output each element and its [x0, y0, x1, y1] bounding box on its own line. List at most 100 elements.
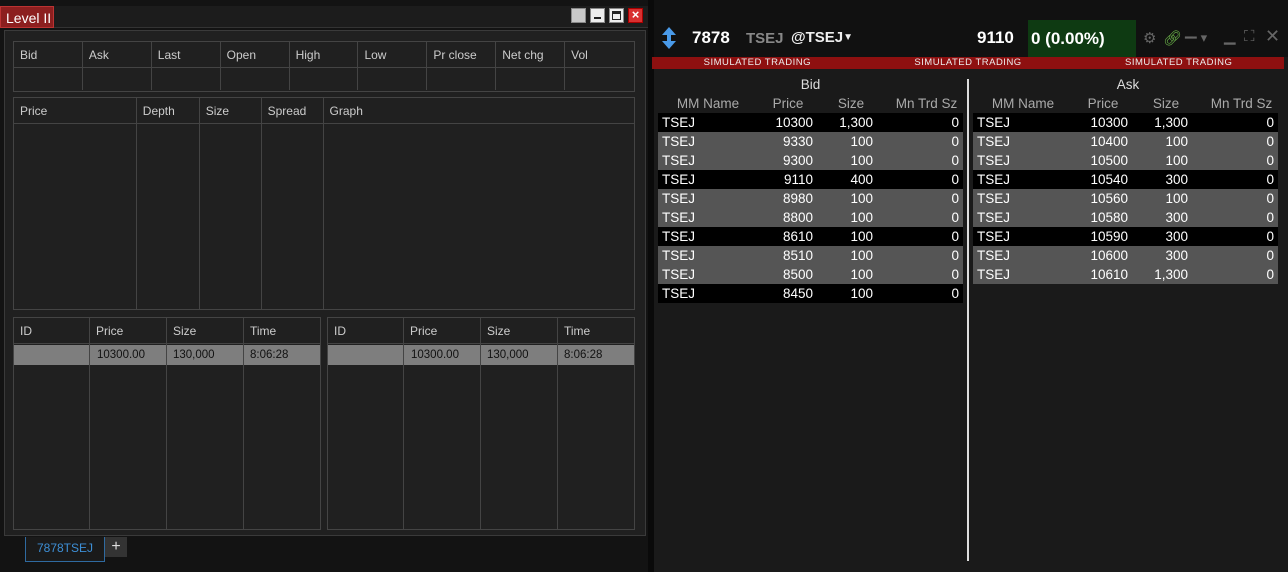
- book-row[interactable]: TSEJ 10610 1,300 0: [973, 265, 1278, 284]
- quote-cell: [14, 68, 83, 90]
- column-header-size[interactable]: Size: [1133, 96, 1199, 112]
- book-row[interactable]: TSEJ 8500 100 0: [658, 265, 963, 284]
- column-header-price[interactable]: Price: [90, 318, 167, 343]
- column-divider: [323, 124, 324, 309]
- window-options-button[interactable]: [571, 8, 586, 23]
- book-cell-mm: TSEJ: [977, 210, 1011, 225]
- book-row[interactable]: TSEJ 9330 100 0: [658, 132, 963, 151]
- expand-icon[interactable]: ⛶: [1244, 28, 1255, 45]
- column-header-price[interactable]: Price: [14, 98, 137, 123]
- sim-label: SIMULATED TRADING: [914, 57, 1022, 68]
- up-down-arrow-icon[interactable]: [662, 27, 676, 49]
- symbol: 7878: [692, 28, 730, 47]
- column-header-size[interactable]: Size: [167, 318, 244, 343]
- column-header-id[interactable]: ID: [14, 318, 90, 343]
- sim-label: SIMULATED TRADING: [703, 57, 812, 68]
- book-row[interactable]: TSEJ 10540 300 0: [973, 170, 1278, 189]
- column-header-mn-trd-sz[interactable]: Mn Trd Sz: [1199, 96, 1284, 112]
- column-header-open[interactable]: Open: [221, 42, 290, 67]
- route-selector[interactable]: @TSEJ▼: [791, 29, 853, 46]
- book-cell-size: 100: [1165, 191, 1188, 206]
- column-header-net-chg[interactable]: Net chg: [496, 42, 566, 67]
- book-cell-mm: TSEJ: [977, 153, 1011, 168]
- book-row[interactable]: TSEJ 10300 1,300 0: [658, 113, 963, 132]
- column-header-bid[interactable]: Bid: [14, 42, 83, 67]
- book-cell-mn: 0: [1266, 210, 1274, 225]
- column-header-size[interactable]: Size: [818, 96, 884, 112]
- book-row[interactable]: TSEJ 9110 400 0: [658, 170, 963, 189]
- book-cell-size: 100: [850, 229, 873, 244]
- column-header-ask[interactable]: Ask: [83, 42, 152, 67]
- column-header-time[interactable]: Time: [558, 318, 634, 343]
- table-row[interactable]: 10300.00 130,000 8:06:28: [328, 345, 634, 365]
- ask-column-headers: MM Name Price Size Mn Trd Sz: [973, 96, 1284, 112]
- close-icon[interactable]: ✕: [1265, 26, 1280, 47]
- column-header-mn-trd-sz[interactable]: Mn Trd Sz: [884, 96, 969, 112]
- column-header-size[interactable]: Size: [481, 318, 558, 343]
- book-cell-price: 8500: [782, 267, 813, 282]
- ts-id: [328, 345, 404, 365]
- book-cell-price: 8610: [782, 229, 813, 244]
- book-row[interactable]: TSEJ 8510 100 0: [658, 246, 963, 265]
- column-header-pr-close[interactable]: Pr close: [427, 42, 497, 67]
- book-cell-mm: TSEJ: [977, 267, 1011, 282]
- book-row[interactable]: TSEJ 10300 1,300 0: [973, 113, 1278, 132]
- book-row[interactable]: TSEJ 10590 300 0: [973, 227, 1278, 246]
- minimize-button[interactable]: [590, 8, 605, 23]
- book-cell-mm: TSEJ: [662, 248, 696, 263]
- book-row[interactable]: TSEJ 8800 100 0: [658, 208, 963, 227]
- tab-7878tsej[interactable]: 7878TSEJ: [25, 537, 105, 562]
- book-row[interactable]: TSEJ 8610 100 0: [658, 227, 963, 246]
- book-cell-mn: 0: [1266, 172, 1274, 187]
- column-header-price[interactable]: Price: [1073, 96, 1133, 112]
- column-header-mm-name[interactable]: MM Name: [658, 96, 758, 112]
- column-header-time[interactable]: Time: [244, 318, 320, 343]
- book-row[interactable]: TSEJ 9300 100 0: [658, 151, 963, 170]
- book-cell-mn: 0: [951, 153, 959, 168]
- maximize-button[interactable]: [609, 8, 624, 23]
- ts-time: 8:06:28: [564, 349, 603, 361]
- book-row[interactable]: TSEJ 10560 100 0: [973, 189, 1278, 208]
- book-cell-mn: 0: [1266, 191, 1274, 206]
- book-cell-mm: TSEJ: [662, 115, 696, 130]
- link-icon[interactable]: 🔗︎: [1163, 29, 1182, 47]
- level2-titlebar[interactable]: [54, 6, 648, 28]
- sim-label: SIMULATED TRADING: [1124, 57, 1233, 68]
- gear-icon[interactable]: ⚙: [1143, 29, 1156, 47]
- book-row[interactable]: TSEJ 10580 300 0: [973, 208, 1278, 227]
- column-header-id[interactable]: ID: [328, 318, 404, 343]
- column-header-spread[interactable]: Spread: [262, 98, 324, 123]
- column-header-price[interactable]: Price: [404, 318, 481, 343]
- column-header-price[interactable]: Price: [758, 96, 818, 112]
- book-row[interactable]: TSEJ 10400 100 0: [973, 132, 1278, 151]
- book-cell-price: 10560: [1090, 191, 1128, 206]
- column-header-depth[interactable]: Depth: [137, 98, 200, 123]
- book-header: 7878 TSEJ @TSEJ▼ 9110 0 (0.00%) ⚙ 🔗︎ ━╸▾…: [654, 18, 1288, 57]
- book-cell-mn: 0: [951, 134, 959, 149]
- column-header-mm-name[interactable]: MM Name: [973, 96, 1073, 112]
- book-cell-mm: TSEJ: [662, 134, 696, 149]
- close-button[interactable]: ×: [628, 8, 643, 23]
- quote-cell: [152, 68, 221, 90]
- bid-title: Bid: [800, 77, 821, 92]
- ask-book: TSEJ 10300 1,300 0 TSEJ 10400 100 0 TSEJ 10500 100…: [973, 113, 1278, 284]
- column-header-vol[interactable]: Vol: [565, 42, 634, 67]
- column-header-low[interactable]: Low: [358, 42, 428, 67]
- column-header-high[interactable]: High: [290, 42, 359, 67]
- column-header-size[interactable]: Size: [200, 98, 262, 123]
- add-tab-button[interactable]: +: [105, 537, 127, 557]
- book-cell-mm: TSEJ: [977, 115, 1011, 130]
- book-row[interactable]: TSEJ 10500 100 0: [973, 151, 1278, 170]
- column-header-last[interactable]: Last: [152, 42, 221, 67]
- column-header-graph[interactable]: Graph: [324, 98, 634, 123]
- book-row[interactable]: TSEJ 8980 100 0: [658, 189, 963, 208]
- book-cell-size: 100: [850, 191, 873, 206]
- net-change: 0 (0.00%): [1028, 20, 1136, 57]
- book-row[interactable]: TSEJ 10600 300 0: [973, 246, 1278, 265]
- book-row[interactable]: TSEJ 8450 100 0: [658, 284, 963, 303]
- book-cell-price: 10590: [1090, 229, 1128, 244]
- pin-icon[interactable]: ━╸▾: [1185, 30, 1207, 46]
- minimize-icon[interactable]: ▁: [1224, 27, 1236, 45]
- bid-column-headers: MM Name Price Size Mn Trd Sz: [658, 96, 969, 112]
- table-row[interactable]: 10300.00 130,000 8:06:28: [14, 345, 320, 365]
